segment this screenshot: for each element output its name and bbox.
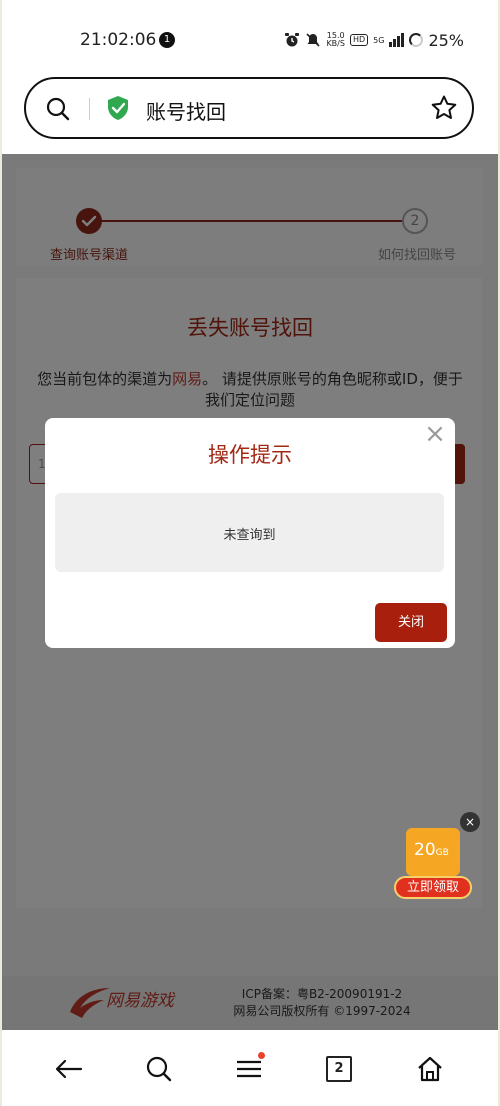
back-button[interactable] <box>52 1052 86 1086</box>
address-bar[interactable]: 账号找回 <box>24 77 474 139</box>
tabs-button[interactable]: 2 <box>322 1052 356 1086</box>
status-bar: 21:02:06 1 15.0 KB/S HD 5G 25% <box>2 0 498 76</box>
notification-badge: 1 <box>159 32 175 48</box>
net-speed: 15.0 KB/S <box>326 32 345 48</box>
address-divider <box>89 98 90 120</box>
net-speed-unit: KB/S <box>326 39 345 48</box>
browser-bottom-nav: 2 <box>2 1030 498 1106</box>
status-icons: 15.0 KB/S HD 5G 25% <box>284 30 464 50</box>
notice-dialog: 操作提示 × 未查询到 关闭 <box>45 418 455 648</box>
dialog-message-box: 未查询到 <box>55 493 444 572</box>
search-button[interactable] <box>142 1052 176 1086</box>
page-title[interactable]: 账号找回 <box>146 96 226 125</box>
promo-close-icon[interactable]: × <box>460 812 480 832</box>
dialog-message: 未查询到 <box>223 528 276 543</box>
menu-notification-dot <box>258 1052 265 1059</box>
dialog-close-icon[interactable]: × <box>421 420 449 448</box>
promo-size-unit: GB <box>435 848 449 858</box>
mute-icon <box>306 33 321 47</box>
signal-icon <box>389 33 405 47</box>
menu-button[interactable] <box>232 1052 266 1086</box>
home-button[interactable] <box>413 1052 447 1086</box>
bookmark-star-icon[interactable] <box>430 94 458 122</box>
promo-claim-button[interactable]: 立即领取 <box>394 876 472 899</box>
network-type: 5G <box>373 35 385 45</box>
tab-count: 2 <box>326 1056 352 1082</box>
promo-size[interactable]: 20GB <box>414 840 449 860</box>
close-button[interactable]: 关闭 <box>375 603 447 642</box>
promo-size-number: 20 <box>414 840 436 860</box>
clock: 21:02:06 <box>80 30 157 50</box>
phone-screen: 21:02:06 1 15.0KB/S HD 5G 25% 账号找回 2 查询账… <box>2 0 498 1106</box>
search-icon <box>146 1056 172 1082</box>
search-icon[interactable] <box>46 97 70 121</box>
battery-icon <box>409 33 424 47</box>
battery-level: 25% <box>428 30 464 50</box>
home-icon <box>418 1056 442 1082</box>
security-shield-icon[interactable] <box>106 95 130 121</box>
dialog-title: 操作提示 <box>208 443 292 467</box>
alarm-icon <box>285 33 300 47</box>
back-arrow-icon <box>55 1059 83 1079</box>
menu-icon <box>237 1060 261 1078</box>
hd-badge: HD <box>349 34 369 46</box>
